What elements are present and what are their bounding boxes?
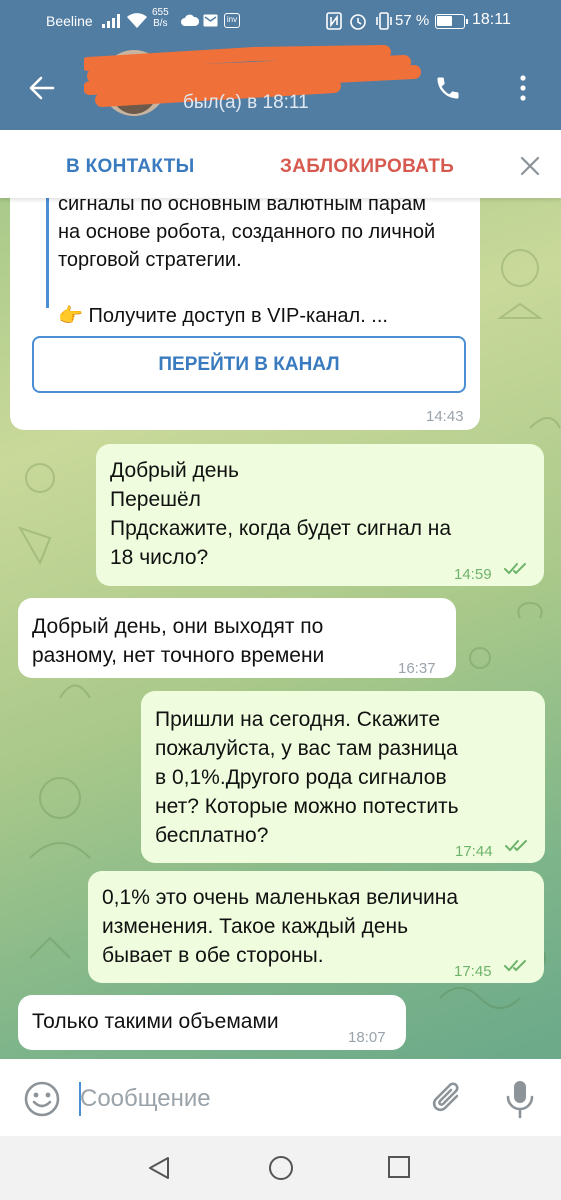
arrow-left-icon bbox=[29, 76, 55, 100]
message-text: Пришли на сегодня. Скажите пожалуйста, у… bbox=[155, 708, 459, 847]
message-time: 16:37 bbox=[398, 660, 436, 677]
close-action-bar-button[interactable] bbox=[516, 152, 544, 180]
net-speed-unit: B/s bbox=[153, 18, 168, 29]
outgoing-message[interactable]: 0,1% это очень маленькая величина измене… bbox=[88, 871, 544, 983]
message-text: Добрый день, они выходят по разному, нет… bbox=[32, 615, 325, 667]
incoming-message[interactable]: Добрый день, они выходят по разному, нет… bbox=[18, 598, 456, 678]
message-time: 14:59 bbox=[454, 566, 492, 583]
net-speed: 655 B/s bbox=[152, 7, 169, 29]
go-to-channel-button[interactable]: ПЕРЕЙТИ В КАНАЛ bbox=[32, 336, 466, 393]
close-icon bbox=[520, 156, 540, 176]
message-input[interactable] bbox=[80, 1081, 410, 1117]
vibrate-icon bbox=[376, 12, 392, 30]
add-to-contacts-button[interactable]: В КОНТАКТЫ bbox=[66, 156, 195, 178]
double-check-icon bbox=[505, 840, 527, 852]
alarm-icon bbox=[350, 14, 366, 30]
message-time: 18:07 bbox=[348, 1029, 386, 1046]
cloud-icon bbox=[181, 14, 199, 26]
message-time: 17:45 bbox=[454, 963, 492, 980]
block-user-button[interactable]: ЗАБЛОКИРОВАТЬ bbox=[280, 156, 454, 178]
paperclip-icon[interactable] bbox=[428, 1079, 468, 1119]
outgoing-message[interactable]: Добрый день Перешёл Прдскажите, когда бу… bbox=[96, 444, 544, 586]
post-line: на основе робота, созданного по личной bbox=[58, 221, 436, 243]
outgoing-message[interactable]: Пришли на сегодня. Скажите пожалуйста, у… bbox=[141, 691, 545, 863]
more-vertical-icon bbox=[520, 75, 526, 101]
double-check-icon bbox=[504, 563, 526, 575]
post-line: 👉 Получите доступ в VIP-канал. ... bbox=[58, 305, 388, 327]
last-seen-status: был(а) в 18:11 bbox=[183, 92, 309, 113]
nfc-icon bbox=[326, 12, 342, 30]
chat-header: ••••••••••• ... был(а) в 18:11 bbox=[0, 42, 561, 130]
app-notification-icon: inv bbox=[224, 13, 240, 28]
battery-fill bbox=[437, 16, 452, 26]
post-line bbox=[58, 274, 478, 302]
post-line: торговой стратегии. bbox=[58, 249, 242, 271]
quote-bar bbox=[46, 198, 49, 308]
call-button[interactable] bbox=[428, 68, 468, 108]
chat-area[interactable]: сигналы по основным валютным парам на ос… bbox=[0, 198, 561, 1059]
system-nav-bar bbox=[0, 1136, 561, 1200]
back-button[interactable] bbox=[22, 68, 62, 108]
battery-percent: 57 % bbox=[395, 12, 430, 29]
battery-icon bbox=[435, 14, 468, 29]
net-speed-value: 655 bbox=[152, 7, 169, 18]
status-icons-right bbox=[326, 12, 394, 30]
double-check-icon bbox=[504, 960, 526, 972]
message-text: Добрый день Перешёл Прдскажите, когда бу… bbox=[110, 459, 452, 569]
status-time: 18:11 bbox=[472, 11, 511, 28]
message-text: 0,1% это очень маленькая величина измене… bbox=[102, 886, 459, 967]
microphone-icon[interactable] bbox=[500, 1077, 540, 1121]
nav-recent-apps-icon[interactable] bbox=[387, 1155, 411, 1179]
contact-action-bar: В КОНТАКТЫ ЗАБЛОКИРОВАТЬ bbox=[0, 130, 561, 198]
message-time: 17:44 bbox=[455, 843, 493, 860]
channel-post-text: сигналы по основным валютным парам на ос… bbox=[58, 198, 478, 330]
status-bar: Beeline 655 B/s inv 57 % 18:11 bbox=[0, 0, 561, 42]
smile-icon[interactable] bbox=[22, 1079, 62, 1119]
incoming-message[interactable]: Только такими объемами 18:07 bbox=[18, 995, 406, 1050]
wifi-icon bbox=[127, 13, 147, 28]
message-input-bar bbox=[0, 1059, 561, 1136]
carrier-name: Beeline bbox=[46, 13, 93, 29]
nav-home-icon[interactable] bbox=[267, 1154, 295, 1182]
message-time: 14:43 bbox=[426, 408, 464, 425]
signal-icon bbox=[102, 14, 120, 28]
phone-icon bbox=[437, 77, 459, 99]
message-text: Только такими объемами bbox=[32, 1010, 279, 1033]
nav-back-icon[interactable] bbox=[146, 1155, 172, 1181]
post-line: сигналы по основным валютным парам bbox=[58, 198, 426, 215]
mail-icon bbox=[203, 14, 218, 27]
more-menu-button[interactable] bbox=[506, 68, 540, 108]
channel-post-message[interactable]: сигналы по основным валютным парам на ос… bbox=[10, 198, 480, 430]
